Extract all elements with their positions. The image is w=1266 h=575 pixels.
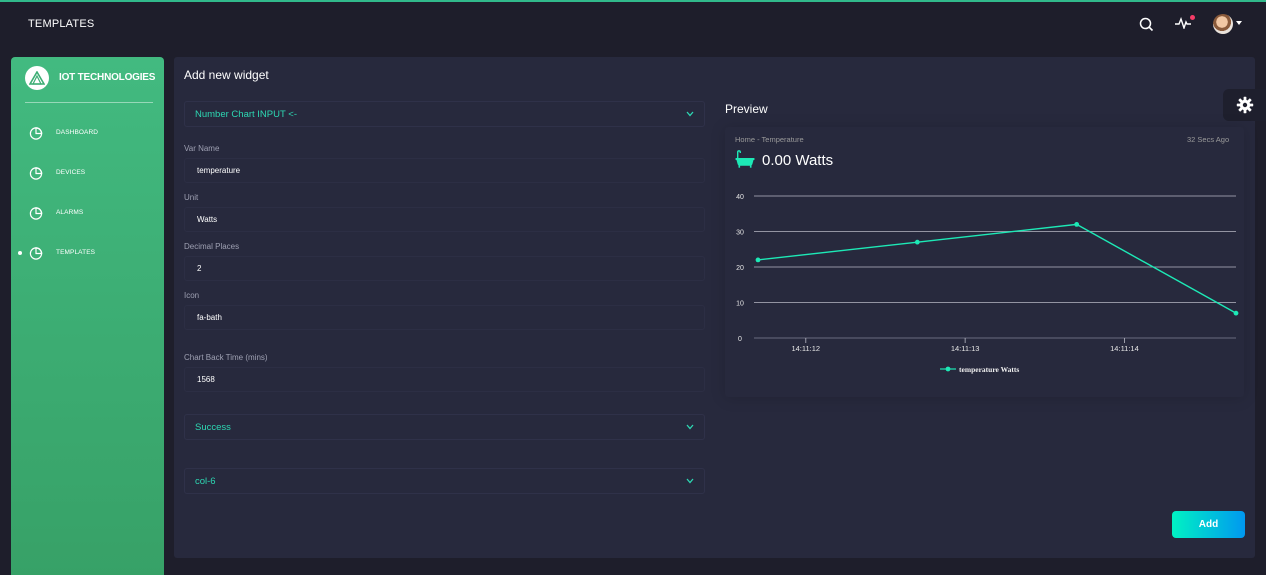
chart-pie-icon <box>29 247 43 260</box>
field-label: Chart Back Time (mins) <box>184 353 268 362</box>
chevron-down-icon <box>686 478 694 484</box>
var-name-input[interactable] <box>184 158 705 183</box>
legend-label: temperature Watts <box>959 365 1019 374</box>
y-tick-label: 30 <box>736 230 744 237</box>
brand-name: IOT TECHNOLOGIES <box>59 72 156 83</box>
y-tick-label: 20 <box>736 265 744 272</box>
caret-down-icon[interactable] <box>1236 21 1242 25</box>
y-tick-label: 40 <box>736 194 744 201</box>
sidebar-item-label: TEMPLATES <box>56 249 96 256</box>
chart-pie-icon <box>29 207 43 220</box>
legend-marker <box>945 366 951 372</box>
search-icon[interactable] <box>1139 17 1154 32</box>
select-value: col-6 <box>195 476 216 487</box>
sidebar-item-templates[interactable]: TEMPLATES <box>11 241 164 265</box>
field-label: Decimal Places <box>184 242 240 251</box>
sidebar-item-label: DASHBOARD <box>56 129 99 136</box>
select-value: Number Chart INPUT <- <box>195 109 297 120</box>
data-point <box>1233 310 1239 316</box>
sidebar-item-devices[interactable]: DEVICES <box>11 161 164 185</box>
sidebar-item-label: DEVICES <box>56 169 86 176</box>
add-button[interactable]: Add <box>1172 511 1245 538</box>
unit-input[interactable] <box>184 207 705 232</box>
x-tick-label: 14:11:13 <box>951 344 980 353</box>
sidebar-divider <box>25 102 153 103</box>
active-indicator <box>18 251 22 255</box>
field-label: Unit <box>184 193 199 202</box>
chart-back-time-input[interactable] <box>184 367 705 392</box>
chart-pie-icon <box>29 167 43 180</box>
y-tick-label: 10 <box>736 301 744 308</box>
widget-type-select[interactable]: Number Chart INPUT <- <box>184 101 705 127</box>
x-tick-label: 14:11:14 <box>1110 344 1139 353</box>
y-tick-label: 0 <box>738 336 742 343</box>
logo-icon <box>25 66 49 90</box>
chart-pie-icon <box>29 127 43 140</box>
preview-value: 0.00 Watts <box>762 152 834 169</box>
sidebar: IOT TECHNOLOGIES DASHBOARD DEVICES ALARM… <box>11 57 164 575</box>
sidebar-item-label: ALARMS <box>56 209 84 216</box>
decimal-places-input[interactable] <box>184 256 705 281</box>
data-point <box>1074 222 1080 227</box>
data-point <box>755 257 761 263</box>
sidebar-item-alarms[interactable]: ALARMS <box>11 201 164 225</box>
page-title: TEMPLATES <box>28 18 95 30</box>
x-tick-label: 14:11:12 <box>791 344 820 353</box>
preview-subtitle: Home - Temperature <box>735 135 804 144</box>
notification-dot <box>1190 15 1195 20</box>
avatar[interactable] <box>1213 14 1233 34</box>
gear-icon <box>1236 96 1253 114</box>
sidebar-item-dashboard[interactable]: DASHBOARD <box>11 121 164 145</box>
line-chart: 0 10 20 30 40 14:11:12 14:11:13 14:11:14 tempera… <box>736 194 1239 374</box>
preview-title: Preview <box>725 102 768 116</box>
settings-tab[interactable] <box>1223 89 1266 121</box>
bath-icon <box>735 150 755 173</box>
preview-time-ago: 32 Secs Ago <box>1187 135 1230 144</box>
chevron-down-icon <box>686 424 694 430</box>
card-title: Add new widget <box>184 68 269 82</box>
icon-input[interactable] <box>184 305 705 330</box>
field-label: Icon <box>184 291 200 300</box>
color-select[interactable]: Success <box>184 414 705 440</box>
data-point <box>914 239 920 245</box>
activity-icon[interactable] <box>1175 17 1191 29</box>
chevron-down-icon <box>686 111 694 117</box>
top-navbar: TEMPLATES <box>0 2 1266 50</box>
series-line <box>757 223 1237 314</box>
select-value: Success <box>195 422 231 433</box>
column-select[interactable]: col-6 <box>184 468 705 494</box>
field-label: Var Name <box>184 144 220 153</box>
